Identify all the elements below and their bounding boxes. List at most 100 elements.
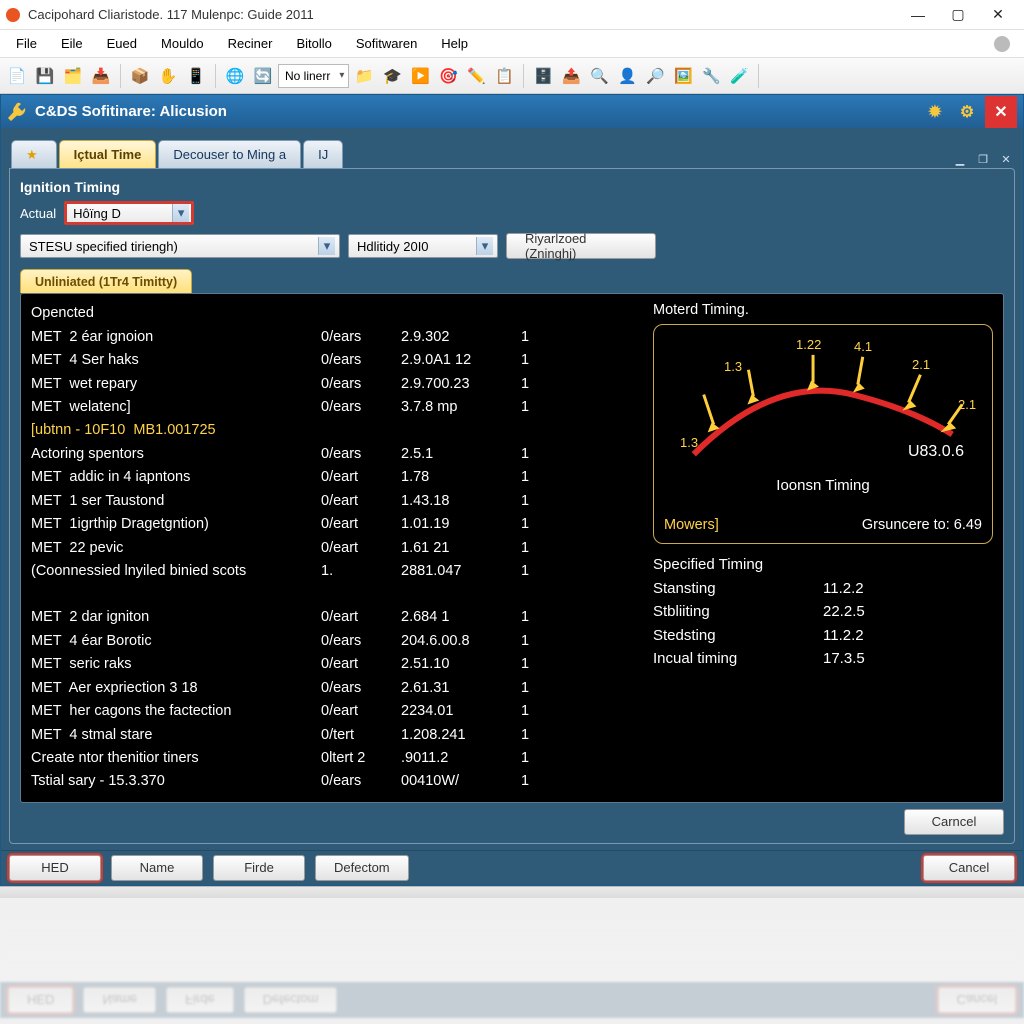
gauge-tick-3: 4.1 xyxy=(854,339,872,354)
combo-specified[interactable]: STESU specified tiriengh) xyxy=(20,234,340,258)
inner-title-text: C&DS Sofitinare: Alicusion xyxy=(35,103,227,120)
console-output: Opencted MET 2 éar ignoion0/ears2.9.3021… xyxy=(31,302,639,794)
toolbar-target-icon[interactable]: 🎯 xyxy=(435,63,461,89)
inner-gear-icon[interactable]: ⚙ xyxy=(951,96,983,128)
toolbar-save-icon[interactable]: 💾 xyxy=(32,63,58,89)
toolbar-combo[interactable]: No linerr xyxy=(278,64,349,88)
toolbar-globe-icon[interactable]: 🌐 xyxy=(222,63,248,89)
button-name[interactable]: Name xyxy=(111,855,203,881)
tab-star[interactable]: ★ xyxy=(11,140,57,168)
menu-file[interactable]: File xyxy=(4,32,49,55)
tab-ij[interactable]: IJ xyxy=(303,140,343,168)
reflection: HED Name Firde Defectom Cancel xyxy=(0,898,1024,1018)
button-riyarl[interactable]: Riyarlzoed (Zninghj) xyxy=(506,233,656,259)
toolbar-folder-icon[interactable]: 📁 xyxy=(351,63,377,89)
window-title: Cacipohard Cliaristode. 117 Mulenpc: Gui… xyxy=(28,7,314,22)
reflection-cancel: Cancel xyxy=(938,987,1016,1013)
actual-combo[interactable]: Hôïng D xyxy=(64,201,194,225)
menu-eued[interactable]: Eued xyxy=(95,32,149,55)
menu-reciner[interactable]: Reciner xyxy=(216,32,285,55)
status-bar xyxy=(0,886,1024,898)
toolbar-user-icon[interactable]: 👤 xyxy=(614,63,640,89)
toolbar-tool-icon[interactable]: 🔧 xyxy=(698,63,724,89)
toolbar-saveall-icon[interactable]: 🗂️ xyxy=(60,63,86,89)
toolbar-image-icon[interactable]: 🖼️ xyxy=(670,63,696,89)
toolbar-pen-icon[interactable]: ✏️ xyxy=(463,63,489,89)
spec-row: Incual timing17.3.5 xyxy=(653,647,993,670)
button-firde[interactable]: Firde xyxy=(213,855,305,881)
reflection-firde: Firde xyxy=(166,987,234,1013)
minimize-button[interactable]: — xyxy=(898,0,938,30)
inner-window: C&DS Sofitinare: Alicusion ✹ ⚙ ✕ ★ Içtua… xyxy=(0,94,1024,886)
inner-titlebar: C&DS Sofitinare: Alicusion ✹ ⚙ ✕ xyxy=(1,95,1023,128)
gauge-center: U83.0.6 xyxy=(908,443,964,461)
menu-sofitwaren[interactable]: Sofitwaren xyxy=(344,32,429,55)
reflection-name: Name xyxy=(83,987,156,1013)
toolbar-device-icon[interactable]: 📱 xyxy=(183,63,209,89)
button-hed[interactable]: HED xyxy=(9,855,101,881)
gauge-bottom-right: Grsuncere to: 6.49 xyxy=(862,517,982,533)
gauge-tick-0: 1.3 xyxy=(680,435,698,450)
close-button[interactable]: ✕ xyxy=(978,0,1018,30)
toolbar-db-icon[interactable]: 🗄️ xyxy=(530,63,556,89)
gauge-tick-5: 2.1 xyxy=(958,397,976,412)
menu-mouldo[interactable]: Mouldo xyxy=(149,32,216,55)
gauge-sub: Ioonsn Timing xyxy=(654,477,992,494)
titlebar: Cacipohard Cliaristode. 117 Mulenpc: Gui… xyxy=(0,0,1024,30)
toolbar-video-icon[interactable]: ▶️ xyxy=(407,63,433,89)
panel-restore-icon[interactable]: ❐ xyxy=(974,150,992,168)
console: Opencted MET 2 éar ignoion0/ears2.9.3021… xyxy=(20,293,1004,803)
panel-minimize-icon[interactable]: ▁ xyxy=(951,150,969,168)
app-icon xyxy=(6,8,20,22)
toolbar-analyze-icon[interactable]: 🔍 xyxy=(586,63,612,89)
gauge-title: Moterd Timing. xyxy=(653,302,993,318)
toolbar-search-icon[interactable]: 🔎 xyxy=(642,63,668,89)
spec-title: Specified Timing xyxy=(653,556,993,573)
menu-help[interactable]: Help xyxy=(429,32,480,55)
toolbar-note-icon[interactable]: 📋 xyxy=(491,63,517,89)
toolbar-refresh-icon[interactable]: 🔄 xyxy=(250,63,276,89)
globe-icon[interactable] xyxy=(994,36,1010,52)
panel-cancel-button[interactable]: Carncel xyxy=(904,809,1004,835)
combo-date[interactable]: Hdlitidy 20I0 xyxy=(348,234,498,258)
panel-close-icon[interactable]: ✕ xyxy=(997,150,1015,168)
reflection-defect: Defectom xyxy=(244,987,338,1013)
wrench-icon xyxy=(7,102,27,122)
spec-table: Stansting11.2.2Stbliiting22.2.5Stedsting… xyxy=(653,577,993,670)
spec-row: Stedsting11.2.2 xyxy=(653,624,993,647)
section-title: Ignition Timing xyxy=(20,179,1004,195)
bottombar: HED Name Firde Defectom Cancel xyxy=(1,850,1023,885)
console-right: Moterd Timing. xyxy=(653,302,993,794)
gauge-tick-1: 1.3 xyxy=(724,359,742,374)
maximize-button[interactable]: ▢ xyxy=(938,0,978,30)
inner-close-button[interactable]: ✕ xyxy=(985,96,1017,128)
tab-page: Ignition Timing Actual Hôïng D STESU spe… xyxy=(9,168,1015,844)
toolbar-export-icon[interactable]: 📤 xyxy=(558,63,584,89)
inner-settings-icon[interactable]: ✹ xyxy=(919,96,951,128)
menubar: File Eile Eued Mouldo Reciner Bitollo So… xyxy=(0,30,1024,58)
menu-eile[interactable]: Eile xyxy=(49,32,95,55)
toolbar-open-icon[interactable]: 📥 xyxy=(88,63,114,89)
toolbar-probe-icon[interactable]: 🧪 xyxy=(726,63,752,89)
star-icon: ★ xyxy=(26,147,38,163)
toolbar-new-icon[interactable]: 📄 xyxy=(4,63,30,89)
tabstrip: ★ Içtual Time Decouser to Ming a IJ ▁ ❐ … xyxy=(9,136,1015,168)
menu-bitollo[interactable]: Bitollo xyxy=(284,32,343,55)
gauge-tick-4: 2.1 xyxy=(912,357,930,372)
toolbar: 📄 💾 🗂️ 📥 📦 ✋ 📱 🌐 🔄 No linerr 📁 🎓 ▶️ 🎯 ✏️… xyxy=(0,58,1024,94)
toolbar-hand-icon[interactable]: ✋ xyxy=(155,63,181,89)
tab-actual-time[interactable]: Içtual Time xyxy=(59,140,157,168)
inner-body: ★ Içtual Time Decouser to Ming a IJ ▁ ❐ … xyxy=(1,128,1023,850)
button-cancel[interactable]: Cancel xyxy=(923,855,1015,881)
spec-row: Stbliiting22.2.5 xyxy=(653,600,993,623)
actual-label: Actual xyxy=(20,206,56,221)
reflection-hed: HED xyxy=(8,987,73,1013)
gauge-tick-2: 1.22 xyxy=(796,337,821,352)
button-defectom[interactable]: Defectom xyxy=(315,855,409,881)
toolbar-graduation-icon[interactable]: 🎓 xyxy=(379,63,405,89)
gauge: 1.3 1.3 1.22 4.1 2.1 2.1 U83.0.6 Ioonsn … xyxy=(653,324,993,544)
toolbar-module-icon[interactable]: 📦 xyxy=(127,63,153,89)
spec-row: Stansting11.2.2 xyxy=(653,577,993,600)
subtab-unliniated[interactable]: Unliniated (1Tr4 Timitty) xyxy=(20,269,192,293)
tab-decouser[interactable]: Decouser to Ming a xyxy=(158,140,301,168)
